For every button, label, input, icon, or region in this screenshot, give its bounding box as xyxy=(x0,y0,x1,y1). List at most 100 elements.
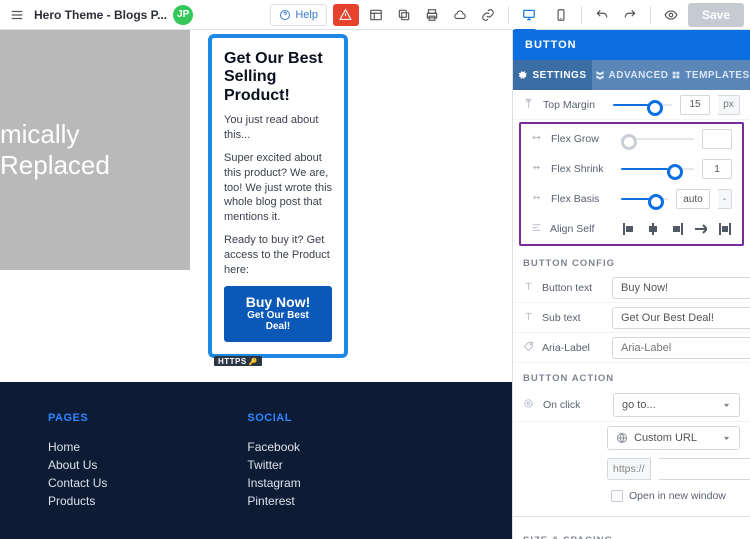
undo-icon[interactable] xyxy=(591,4,613,26)
footer-social-heading: SOCIAL xyxy=(247,412,300,424)
margin-icon xyxy=(523,98,535,112)
card-paragraph: Ready to buy it? Get access to the Produ… xyxy=(224,233,332,278)
flex-icon xyxy=(531,192,543,206)
target-icon xyxy=(523,398,535,412)
unit-px[interactable]: px xyxy=(718,95,740,115)
https-badge: HTTPS xyxy=(214,356,262,366)
row-new-window: Open in new window xyxy=(513,484,750,508)
input-aria-label[interactable] xyxy=(612,337,750,359)
label-flex-basis: Flex Basis xyxy=(551,193,613,205)
selected-card[interactable]: Get Our Best Selling Product! You just r… xyxy=(208,34,348,358)
footer-link[interactable]: Instagram xyxy=(247,476,300,490)
align-start-icon[interactable] xyxy=(620,221,638,237)
footer-link[interactable]: Contact Us xyxy=(48,476,107,490)
slider-flex-basis[interactable] xyxy=(621,192,668,206)
avatar[interactable]: JP xyxy=(173,5,193,25)
align-icon xyxy=(531,222,542,236)
flex-icon xyxy=(531,132,543,146)
text-icon xyxy=(523,281,534,295)
preview-icon[interactable] xyxy=(660,4,682,26)
label-aria: Aria-Label xyxy=(542,342,604,354)
print-icon[interactable] xyxy=(421,4,443,26)
footer-link[interactable]: Pinterest xyxy=(247,494,300,508)
canvas-area: mically Replaced Get Our Best Selling Pr… xyxy=(0,30,512,539)
input-url[interactable] xyxy=(659,458,750,480)
unit-dropdown[interactable]: - xyxy=(718,189,732,209)
layout-icon[interactable] xyxy=(365,4,387,26)
label-flex-shrink: Flex Shrink xyxy=(551,163,613,175)
card-paragraph: You just read about this... xyxy=(224,113,332,143)
label-align-self: Align Self xyxy=(550,223,612,235)
device-tabs xyxy=(518,4,572,26)
footer-link[interactable]: Facebook xyxy=(247,440,300,454)
footer-section: PAGES Home About Us Contact Us Products … xyxy=(0,382,512,539)
copy-icon[interactable] xyxy=(393,4,415,26)
align-stretch-icon[interactable] xyxy=(692,221,710,237)
help-button[interactable]: Help xyxy=(270,4,327,26)
redo-icon[interactable] xyxy=(619,4,641,26)
footer-link[interactable]: Twitter xyxy=(247,458,300,472)
align-self-options xyxy=(620,221,734,237)
row-url-input: https:// xyxy=(513,454,750,484)
save-button[interactable]: Save xyxy=(688,3,744,27)
label-on-click: On click xyxy=(543,399,605,411)
slider-top-margin[interactable] xyxy=(613,98,672,112)
divider xyxy=(581,6,582,24)
input-button-text[interactable] xyxy=(612,277,750,299)
hero-block: mically Replaced xyxy=(0,30,190,270)
tag-icon xyxy=(523,341,534,355)
select-on-click[interactable]: go to...▼ xyxy=(613,393,740,417)
row-on-click: On click go to...▼ xyxy=(513,388,750,422)
align-baseline-icon[interactable] xyxy=(716,221,734,237)
align-end-icon[interactable] xyxy=(668,221,686,237)
help-label: Help xyxy=(295,9,318,21)
settings-panel: BUTTON SETTINGS ADVANCED TEMPLATES Top M… xyxy=(512,30,750,539)
desktop-icon[interactable] xyxy=(518,4,540,26)
tab-settings[interactable]: SETTINGS xyxy=(513,60,592,90)
flex-highlight-box: Flex Grow Flex Shrink Flex Bas xyxy=(519,122,744,246)
tab-advanced[interactable]: ADVANCED xyxy=(592,60,671,90)
flex-icon xyxy=(531,162,543,176)
input-flex-shrink[interactable] xyxy=(702,159,732,179)
row-top-margin: Top Margin px xyxy=(513,90,750,120)
page-title: Hero Theme - Blogs P... xyxy=(34,8,167,22)
link-icon[interactable] xyxy=(477,4,499,26)
card-paragraph: Super excited about this product? We are… xyxy=(224,151,332,225)
mobile-icon[interactable] xyxy=(550,4,572,26)
panel-heading: BUTTON xyxy=(513,30,750,60)
input-top-margin[interactable] xyxy=(680,95,710,115)
footer-link[interactable]: Products xyxy=(48,494,107,508)
tab-templates[interactable]: TEMPLATES xyxy=(671,60,750,90)
row-custom-url: Custom URL ▼ xyxy=(513,422,750,454)
buy-now-button[interactable]: Buy Now! Get Our BestDeal! xyxy=(224,286,332,342)
row-flex-shrink: Flex Shrink xyxy=(521,154,742,184)
label-top-margin: Top Margin xyxy=(543,99,605,111)
url-prefix: https:// xyxy=(607,458,651,480)
alert-icon[interactable] xyxy=(333,4,359,26)
cloud-icon[interactable] xyxy=(449,4,471,26)
label-new-window: Open in new window xyxy=(629,490,726,502)
card-title: Get Our Best Selling Product! xyxy=(224,50,332,105)
slider-flex-grow[interactable] xyxy=(621,132,694,146)
section-button-action: BUTTON ACTION xyxy=(513,363,750,388)
top-bar: Hero Theme - Blogs P... JP Help Save xyxy=(0,0,750,30)
checkbox-new-window[interactable] xyxy=(611,490,623,502)
section-button-config: BUTTON CONFIG xyxy=(513,248,750,273)
label-flex-grow: Flex Grow xyxy=(551,133,613,145)
select-custom-url[interactable]: Custom URL ▼ xyxy=(607,426,740,450)
row-sub-text: Sub text xyxy=(513,303,750,333)
footer-pages-heading: PAGES xyxy=(48,412,107,424)
input-flex-grow[interactable] xyxy=(702,129,732,149)
slider-flex-shrink[interactable] xyxy=(621,162,694,176)
menu-icon[interactable] xyxy=(6,4,28,26)
input-flex-basis[interactable] xyxy=(676,189,710,209)
align-center-icon[interactable] xyxy=(644,221,662,237)
row-flex-grow: Flex Grow xyxy=(521,124,742,154)
text-icon xyxy=(523,311,534,325)
footer-link[interactable]: Home xyxy=(48,440,107,454)
divider xyxy=(508,6,509,24)
label-sub-text: Sub text xyxy=(542,312,604,324)
footer-link[interactable]: About Us xyxy=(48,458,107,472)
input-sub-text[interactable] xyxy=(612,307,750,329)
divider xyxy=(650,6,651,24)
